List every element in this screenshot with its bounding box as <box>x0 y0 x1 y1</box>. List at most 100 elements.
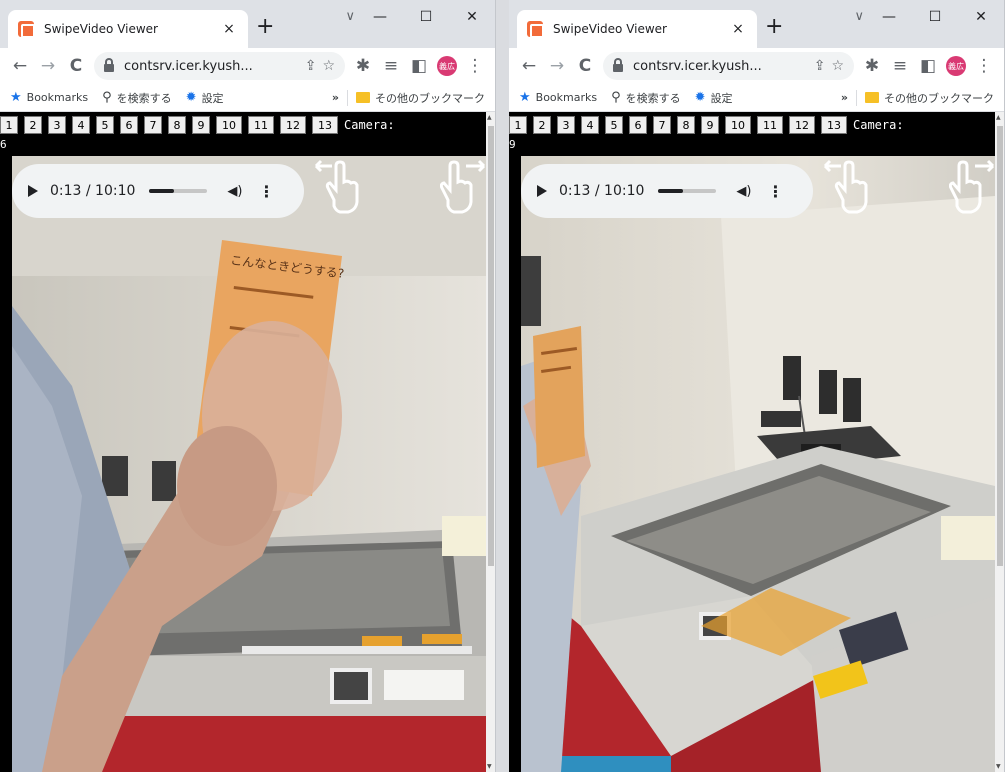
camera-button-6[interactable]: 6 <box>629 116 647 134</box>
camera-button-11[interactable]: 11 <box>757 116 783 134</box>
bookmark-settings[interactable]: ✹ 設定 <box>186 90 224 106</box>
tab-close-icon[interactable]: × <box>729 21 747 37</box>
reload-button[interactable]: C <box>571 52 599 80</box>
camera-button-12[interactable]: 12 <box>280 116 306 134</box>
camera-button-3[interactable]: 3 <box>48 116 66 134</box>
camera-button-4[interactable]: 4 <box>581 116 599 134</box>
swipe-right-icon[interactable] <box>949 158 995 214</box>
minimize-button[interactable]: — <box>866 9 912 25</box>
camera-button-8[interactable]: 8 <box>168 116 186 134</box>
bookmark-star-icon[interactable]: ☆ <box>322 58 335 74</box>
video-view[interactable]: こんなときどうする? 0:13 / 10:10 ◀) ⋮ <box>12 156 486 772</box>
scroll-down-icon[interactable]: ▼ <box>996 763 1001 770</box>
tab-search-icon[interactable]: ∨ <box>854 9 864 24</box>
seek-bar[interactable] <box>658 189 717 193</box>
scrollbar[interactable]: ▲ ▼ <box>486 112 495 772</box>
volume-icon[interactable]: ◀) <box>227 184 242 199</box>
volume-icon[interactable]: ◀) <box>736 184 751 199</box>
lock-icon[interactable] <box>613 58 623 72</box>
seek-bar[interactable] <box>149 189 208 193</box>
extensions-icon[interactable]: ✱ <box>858 52 886 80</box>
url-text[interactable]: contsrv.icer.kyush... <box>124 59 299 74</box>
more-options-icon[interactable]: ⋮ <box>258 182 274 201</box>
tab-close-icon[interactable]: × <box>220 21 238 37</box>
bookmark-other[interactable]: その他のブックマーク <box>356 90 485 106</box>
maximize-button[interactable]: ☐ <box>912 9 958 25</box>
swipe-right-icon[interactable] <box>440 158 486 214</box>
camera-button-6[interactable]: 6 <box>120 116 138 134</box>
camera-button-10[interactable]: 10 <box>725 116 751 134</box>
back-button[interactable]: ← <box>515 52 543 80</box>
share-icon[interactable]: ⇪ <box>814 58 826 74</box>
side-panel-icon[interactable]: ◧ <box>914 52 942 80</box>
video-view[interactable]: 0:13 / 10:10 ◀) ⋮ <box>521 156 995 772</box>
camera-button-2[interactable]: 2 <box>24 116 42 134</box>
bookmark-star-icon[interactable]: ☆ <box>831 58 844 74</box>
camera-button-1[interactable]: 1 <box>0 116 18 134</box>
bookmark-bookmarks[interactable]: ★ Bookmarks <box>10 90 88 105</box>
bookmarks-overflow-button[interactable]: » <box>332 91 339 104</box>
forward-button[interactable]: → <box>34 52 62 80</box>
camera-button-1[interactable]: 1 <box>509 116 527 134</box>
close-button[interactable]: ✕ <box>958 9 1004 25</box>
profile-button[interactable]: 義広 <box>433 52 461 80</box>
reload-button[interactable]: C <box>62 52 90 80</box>
camera-button-8[interactable]: 8 <box>677 116 695 134</box>
scroll-up-icon[interactable]: ▲ <box>487 114 492 121</box>
camera-buttons: 1 2 3 4 5 6 7 8 9 10 11 12 13 Camera: <box>509 116 1004 134</box>
bookmark-other[interactable]: その他のブックマーク <box>865 90 994 106</box>
reading-list-icon[interactable]: ≡ <box>377 52 405 80</box>
share-icon[interactable]: ⇪ <box>305 58 317 74</box>
bookmark-bookmarks[interactable]: ★ Bookmarks <box>519 90 597 105</box>
forward-button[interactable]: → <box>543 52 571 80</box>
bookmark-settings[interactable]: ✹ 設定 <box>695 90 733 106</box>
extensions-icon[interactable]: ✱ <box>349 52 377 80</box>
swipe-left-icon[interactable] <box>821 158 869 214</box>
camera-button-13[interactable]: 13 <box>312 116 338 134</box>
camera-button-7[interactable]: 7 <box>653 116 671 134</box>
camera-button-11[interactable]: 11 <box>248 116 274 134</box>
camera-button-5[interactable]: 5 <box>96 116 114 134</box>
camera-button-2[interactable]: 2 <box>533 116 551 134</box>
profile-button[interactable]: 義広 <box>942 52 970 80</box>
close-button[interactable]: ✕ <box>449 9 495 25</box>
camera-button-9[interactable]: 9 <box>192 116 210 134</box>
address-bar[interactable]: contsrv.icer.kyush... ⇪ ☆ <box>94 52 345 80</box>
camera-button-3[interactable]: 3 <box>557 116 575 134</box>
url-text[interactable]: contsrv.icer.kyush... <box>633 59 808 74</box>
bookmark-search[interactable]: ⚲ を検索する <box>611 90 681 106</box>
menu-icon[interactable]: ⋮ <box>970 52 998 80</box>
favicon-icon <box>18 21 35 38</box>
address-bar[interactable]: contsrv.icer.kyush... ⇪ ☆ <box>603 52 854 80</box>
scrollbar[interactable]: ▲ ▼ <box>995 112 1004 772</box>
maximize-button[interactable]: ☐ <box>403 9 449 25</box>
menu-icon[interactable]: ⋮ <box>461 52 489 80</box>
tab-search-icon[interactable]: ∨ <box>345 9 355 24</box>
camera-button-10[interactable]: 10 <box>216 116 242 134</box>
scroll-thumb[interactable] <box>997 126 1003 566</box>
bookmarks-overflow-button[interactable]: » <box>841 91 848 104</box>
more-options-icon[interactable]: ⋮ <box>767 182 783 201</box>
scroll-up-icon[interactable]: ▲ <box>996 114 1001 121</box>
play-icon[interactable] <box>28 185 38 197</box>
lock-icon[interactable] <box>104 58 114 72</box>
camera-button-7[interactable]: 7 <box>144 116 162 134</box>
camera-button-5[interactable]: 5 <box>605 116 623 134</box>
camera-button-4[interactable]: 4 <box>72 116 90 134</box>
play-icon[interactable] <box>537 185 547 197</box>
scroll-down-icon[interactable]: ▼ <box>487 763 492 770</box>
bookmark-search[interactable]: ⚲ を検索する <box>102 90 172 106</box>
swipe-left-icon[interactable] <box>312 158 360 214</box>
scroll-thumb[interactable] <box>488 126 494 566</box>
camera-button-12[interactable]: 12 <box>789 116 815 134</box>
browser-tab[interactable]: SwipeVideo Viewer × <box>8 10 248 48</box>
minimize-button[interactable]: — <box>357 9 403 25</box>
side-panel-icon[interactable]: ◧ <box>405 52 433 80</box>
new-tab-button[interactable]: + <box>256 16 274 38</box>
camera-button-13[interactable]: 13 <box>821 116 847 134</box>
back-button[interactable]: ← <box>6 52 34 80</box>
reading-list-icon[interactable]: ≡ <box>886 52 914 80</box>
new-tab-button[interactable]: + <box>765 16 783 38</box>
camera-button-9[interactable]: 9 <box>701 116 719 134</box>
browser-tab[interactable]: SwipeVideo Viewer × <box>517 10 757 48</box>
